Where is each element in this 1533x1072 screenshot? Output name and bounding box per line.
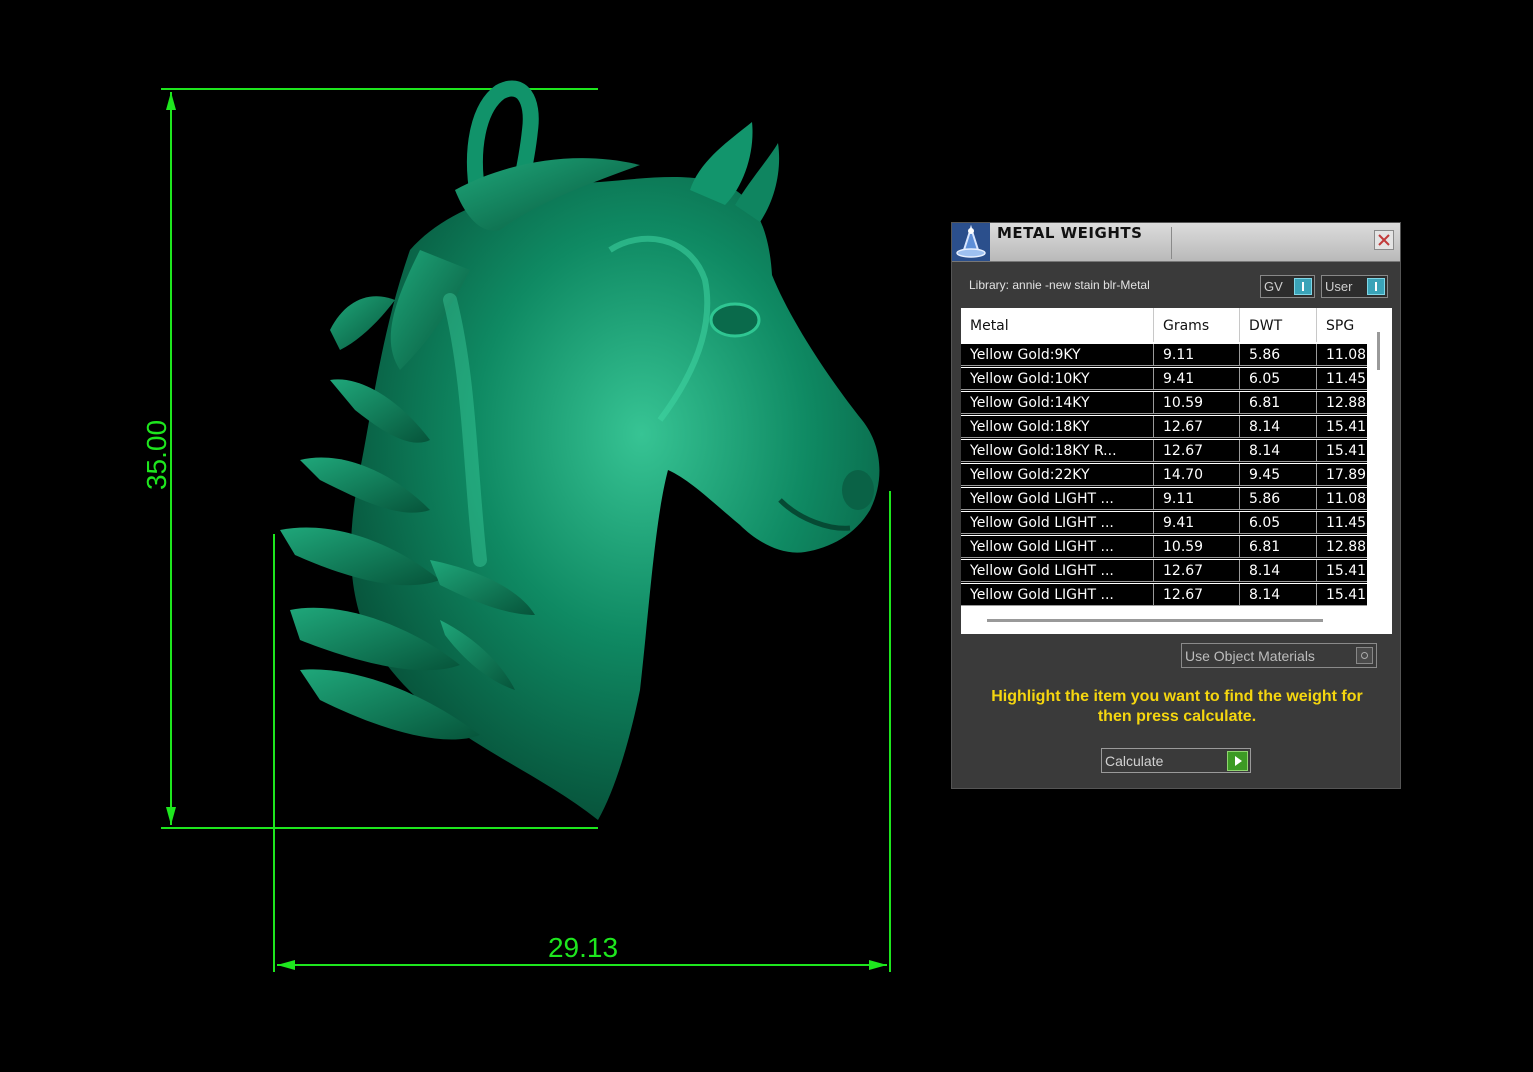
table-row[interactable]: Yellow Gold:22KY 14.70 9.45 17.89 (961, 464, 1377, 487)
metal-table: Metal Grams DWT SPG Yellow Gold:9KY 9.11 5… (961, 308, 1392, 634)
close-icon (1378, 234, 1390, 246)
calculate-label: Calculate (1105, 753, 1164, 769)
dwt-cell: 6.81 (1240, 536, 1317, 558)
column-header-metal[interactable]: Metal (961, 308, 1154, 342)
metal-cell: Yellow Gold:14KY (961, 392, 1154, 414)
horizontal-scrollbar[interactable] (961, 606, 1367, 634)
metal-cell: Yellow Gold:9KY (961, 344, 1154, 366)
table-row[interactable]: Yellow Gold:10KY 9.41 6.05 11.45 (961, 368, 1377, 391)
user-toggle-label: User (1325, 279, 1353, 294)
horizontal-scroll-thumb[interactable] (987, 619, 1323, 622)
grams-cell: 12.67 (1154, 560, 1240, 582)
dwt-cell: 5.86 (1240, 488, 1317, 510)
dwt-cell: 8.14 (1240, 416, 1317, 438)
grams-cell: 12.67 (1154, 584, 1240, 606)
vertical-scrollbar[interactable] (1367, 308, 1392, 634)
table-row[interactable]: Yellow Gold LIGHT ... 12.67 8.14 15.41 (961, 560, 1377, 583)
gv-toggle[interactable]: GV (1260, 275, 1315, 298)
height-dimension-label: 35.00 (141, 419, 172, 491)
metal-cell: Yellow Gold LIGHT ... (961, 488, 1154, 510)
metal-weights-panel: METAL WEIGHTS Library: annie -new stain … (951, 222, 1401, 789)
metal-cell: Yellow Gold:10KY (961, 368, 1154, 390)
table-row[interactable]: Yellow Gold LIGHT ... 9.11 5.86 11.08 (961, 488, 1377, 511)
panel-title: METAL WEIGHTS (997, 224, 1143, 242)
title-separator (1171, 227, 1172, 259)
grams-cell: 10.59 (1154, 536, 1240, 558)
panel-titlebar[interactable]: METAL WEIGHTS (952, 223, 1400, 262)
table-row[interactable]: Yellow Gold:18KY R... 12.67 8.14 15.41 (961, 440, 1377, 463)
table-row[interactable]: Yellow Gold LIGHT ... 9.41 6.05 11.45 (961, 512, 1377, 535)
toggle-switch-icon (1294, 278, 1312, 295)
use-object-materials-toggle[interactable]: Use Object Materials (1181, 643, 1377, 668)
metal-cell: Yellow Gold:22KY (961, 464, 1154, 486)
use-object-materials-label: Use Object Materials (1185, 648, 1315, 664)
gv-toggle-label: GV (1264, 279, 1283, 294)
column-header-grams[interactable]: Grams (1154, 308, 1240, 342)
table-row[interactable]: Yellow Gold:9KY 9.11 5.86 11.08 (961, 344, 1377, 367)
grams-cell: 9.41 (1154, 512, 1240, 534)
radio-icon (1356, 647, 1373, 664)
user-toggle[interactable]: User (1321, 275, 1388, 298)
dwt-cell: 6.05 (1240, 368, 1317, 390)
table-row[interactable]: Yellow Gold LIGHT ... 12.67 8.14 15.41 (961, 584, 1377, 607)
grams-cell: 9.11 (1154, 488, 1240, 510)
grams-cell: 10.59 (1154, 392, 1240, 414)
metal-cell: Yellow Gold:18KY (961, 416, 1154, 438)
dwt-cell: 9.45 (1240, 464, 1317, 486)
play-icon (1227, 751, 1248, 771)
calculate-button[interactable]: Calculate (1101, 748, 1251, 773)
table-header: Metal Grams DWT SPG (961, 308, 1367, 342)
vertical-scroll-thumb[interactable] (1377, 332, 1380, 370)
metal-cell: Yellow Gold LIGHT ... (961, 584, 1154, 606)
toggle-switch-icon (1367, 278, 1385, 295)
dwt-cell: 8.14 (1240, 560, 1317, 582)
grams-cell: 14.70 (1154, 464, 1240, 486)
grams-cell: 12.67 (1154, 440, 1240, 462)
metal-cell: Yellow Gold LIGHT ... (961, 560, 1154, 582)
table-row[interactable]: Yellow Gold:14KY 10.59 6.81 12.88 (961, 392, 1377, 415)
table-row[interactable]: Yellow Gold:18KY 12.67 8.14 15.41 (961, 416, 1377, 439)
grams-cell: 9.11 (1154, 344, 1240, 366)
metal-cell: Yellow Gold:18KY R... (961, 440, 1154, 462)
table-row[interactable]: Yellow Gold LIGHT ... 10.59 6.81 12.88 (961, 536, 1377, 559)
instruction-text: Highlight the item you want to find the … (991, 688, 1363, 725)
metal-cell: Yellow Gold LIGHT ... (961, 536, 1154, 558)
dwt-cell: 5.86 (1240, 344, 1317, 366)
dwt-cell: 6.05 (1240, 512, 1317, 534)
horse-head-model (280, 80, 880, 820)
dwt-cell: 6.81 (1240, 392, 1317, 414)
dwt-cell: 8.14 (1240, 440, 1317, 462)
grams-cell: 9.41 (1154, 368, 1240, 390)
dwt-cell: 8.14 (1240, 584, 1317, 606)
column-header-dwt[interactable]: DWT (1240, 308, 1317, 342)
library-label: Library: annie -new stain blr-Metal (969, 278, 1150, 292)
grams-cell: 12.67 (1154, 416, 1240, 438)
width-dimension-label: 29.13 (547, 932, 619, 963)
metal-cell: Yellow Gold LIGHT ... (961, 512, 1154, 534)
close-button[interactable] (1374, 230, 1394, 250)
flask-icon (952, 223, 990, 261)
